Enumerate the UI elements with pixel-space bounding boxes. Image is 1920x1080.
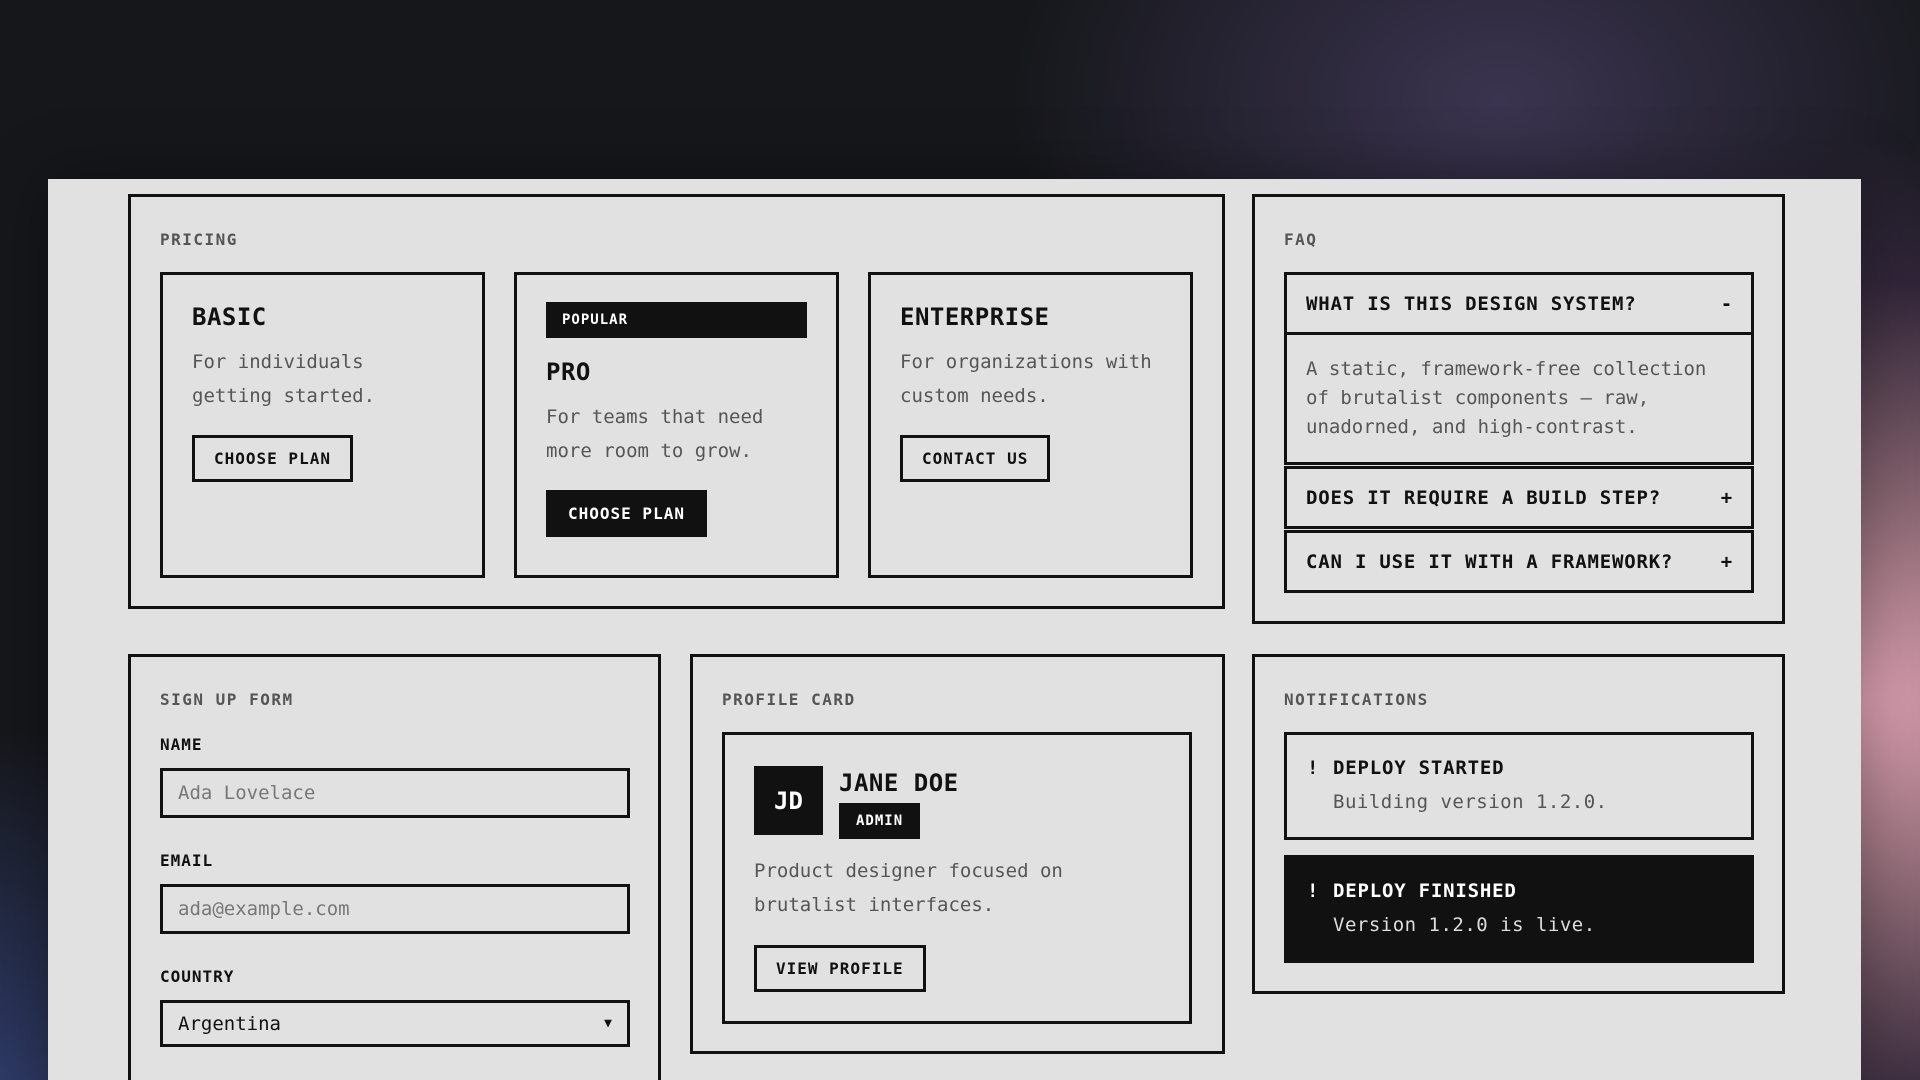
plan-description: For teams that need more room to grow. bbox=[546, 406, 764, 462]
avatar: JD bbox=[754, 766, 823, 835]
plan-title: ENTERPRISE bbox=[900, 303, 1050, 331]
plan-description: For organizations with custom needs. bbox=[900, 351, 1152, 407]
profile-card: JD JANE DOE ADMIN Product designer focus… bbox=[722, 732, 1192, 1024]
pricing-panel: PRICING BASIC For individuals getting st… bbox=[128, 194, 1225, 609]
profile-bio: Product designer focused on brutalist in… bbox=[754, 860, 1063, 916]
notification-title: DEPLOY FINISHED bbox=[1333, 880, 1517, 902]
email-input[interactable] bbox=[160, 884, 630, 934]
name-input[interactable] bbox=[160, 768, 630, 818]
pricing-label: PRICING bbox=[160, 230, 238, 249]
faq-item-design-system: WHAT IS THIS DESIGN SYSTEM? - A static, … bbox=[1284, 272, 1754, 465]
name-label: NAME bbox=[160, 735, 203, 754]
plan-title: PRO bbox=[546, 358, 591, 386]
signup-form-label: SIGN UP FORM bbox=[160, 690, 294, 709]
faq-label: FAQ bbox=[1284, 230, 1318, 249]
expand-icon[interactable]: + bbox=[1721, 487, 1733, 509]
plan-card-basic: BASIC For individuals getting started. C… bbox=[160, 272, 485, 578]
faq-question-text: WHAT IS THIS DESIGN SYSTEM? bbox=[1306, 292, 1637, 315]
notification-message: Version 1.2.0 is live. bbox=[1333, 914, 1596, 936]
plan-title: BASIC bbox=[192, 303, 267, 331]
country-label: COUNTRY bbox=[160, 967, 235, 986]
alert-icon: ! bbox=[1307, 757, 1320, 779]
faq-question-text: CAN I USE IT WITH A FRAMEWORK? bbox=[1306, 550, 1674, 573]
country-select[interactable]: Argentina ▼ bbox=[160, 1000, 630, 1047]
faq-panel: FAQ WHAT IS THIS DESIGN SYSTEM? - A stat… bbox=[1252, 194, 1785, 624]
faq-answer: A static, framework-free collection of b… bbox=[1287, 332, 1751, 462]
expand-icon[interactable]: + bbox=[1721, 551, 1733, 573]
role-badge: ADMIN bbox=[839, 803, 921, 839]
choose-plan-basic-button[interactable]: CHOOSE PLAN bbox=[192, 435, 353, 482]
notification-message: Building version 1.2.0. bbox=[1333, 791, 1608, 813]
profile-card-panel: PROFILE CARD JD JANE DOE ADMIN Product d… bbox=[690, 654, 1225, 1054]
plan-card-pro: POPULAR PRO For teams that need more roo… bbox=[514, 272, 839, 578]
choose-plan-pro-button[interactable]: CHOOSE PLAN bbox=[546, 490, 707, 537]
notification-deploy-finished: ! DEPLOY FINISHED Version 1.2.0 is live. bbox=[1284, 855, 1754, 963]
notifications-panel: NOTIFICATIONS ! DEPLOY STARTED Building … bbox=[1252, 654, 1785, 994]
faq-question-text: DOES IT REQUIRE A BUILD STEP? bbox=[1306, 486, 1661, 509]
alert-icon: ! bbox=[1307, 880, 1320, 902]
profile-card-label: PROFILE CARD bbox=[722, 690, 856, 709]
notification-title: DEPLOY STARTED bbox=[1333, 757, 1505, 779]
notifications-label: NOTIFICATIONS bbox=[1284, 690, 1429, 709]
faq-item-build-step: DOES IT REQUIRE A BUILD STEP? + bbox=[1284, 466, 1754, 529]
faq-question[interactable]: CAN I USE IT WITH A FRAMEWORK? + bbox=[1287, 533, 1751, 590]
faq-question[interactable]: WHAT IS THIS DESIGN SYSTEM? - bbox=[1287, 275, 1751, 332]
plan-card-enterprise: ENTERPRISE For organizations with custom… bbox=[868, 272, 1193, 578]
popular-badge: POPULAR bbox=[546, 302, 807, 338]
country-value: Argentina bbox=[178, 1012, 281, 1035]
view-profile-button[interactable]: VIEW PROFILE bbox=[754, 945, 926, 992]
notification-deploy-started: ! DEPLOY STARTED Building version 1.2.0. bbox=[1284, 732, 1754, 840]
component-showcase: PRICING BASIC For individuals getting st… bbox=[48, 179, 1861, 1080]
faq-item-framework: CAN I USE IT WITH A FRAMEWORK? + bbox=[1284, 530, 1754, 593]
signup-form-panel: SIGN UP FORM NAME EMAIL COUNTRY Argentin… bbox=[128, 654, 661, 1080]
dropdown-arrow-icon: ▼ bbox=[604, 1016, 612, 1031]
profile-name: JANE DOE bbox=[839, 769, 959, 797]
collapse-icon[interactable]: - bbox=[1721, 293, 1733, 315]
faq-question[interactable]: DOES IT REQUIRE A BUILD STEP? + bbox=[1287, 469, 1751, 526]
contact-us-button[interactable]: CONTACT US bbox=[900, 435, 1051, 482]
plan-description: For individuals getting started. bbox=[192, 351, 376, 407]
email-label: EMAIL bbox=[160, 851, 214, 870]
